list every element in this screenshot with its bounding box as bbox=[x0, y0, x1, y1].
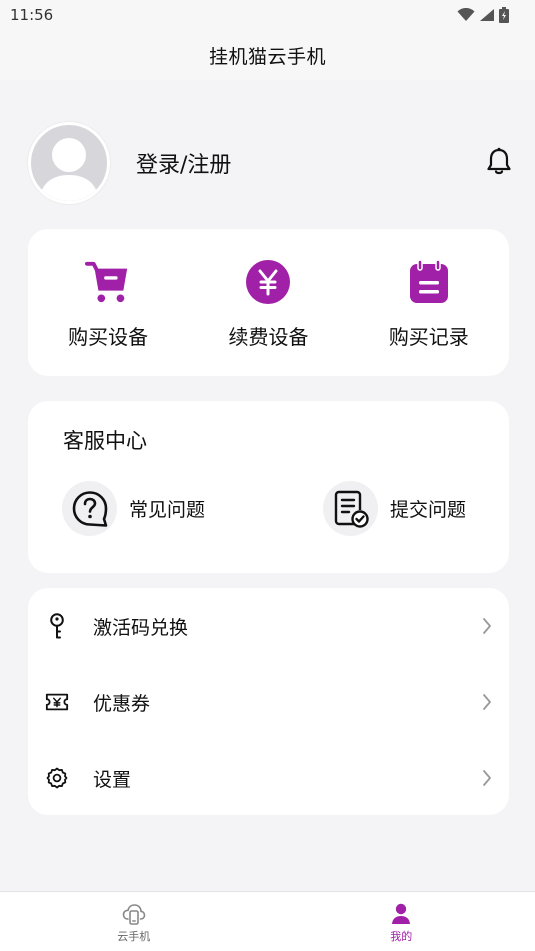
tab-cloud-phone[interactable]: 云手机 bbox=[0, 892, 268, 951]
tab-mine[interactable]: 我的 bbox=[268, 892, 535, 951]
renew-device-button[interactable]: 续费设备 bbox=[188, 229, 348, 376]
purchase-history-label: 购买记录 bbox=[388, 325, 469, 349]
status-time: 11:56 bbox=[10, 6, 54, 24]
menu-item-settings[interactable]: 设置 bbox=[28, 740, 509, 816]
page-title: 挂机猫云手机 bbox=[208, 45, 326, 68]
avatar[interactable] bbox=[28, 121, 110, 204]
login-register-link[interactable]: 登录/注册 bbox=[136, 147, 231, 179]
quick-actions-card: 购买设备 续费设备 购买记录 bbox=[28, 229, 509, 376]
person-icon bbox=[392, 903, 411, 924]
buy-device-button[interactable]: 购买设备 bbox=[28, 229, 188, 376]
purchase-history-button[interactable]: 购买记录 bbox=[349, 229, 509, 376]
status-bar: 11:56 bbox=[0, 0, 535, 30]
status-icons bbox=[457, 7, 509, 23]
menu-item-label: 激活码兑换 bbox=[93, 616, 189, 639]
tab-cloud-phone-label: 云手机 bbox=[117, 930, 151, 943]
submit-question-label: 提交问题 bbox=[390, 499, 467, 521]
chevron-right-icon bbox=[483, 618, 491, 634]
submit-question-button[interactable]: 提交问题 bbox=[323, 481, 466, 536]
settings-menu-card: 激活码兑换 优惠券 设置 bbox=[28, 588, 509, 815]
chevron-right-icon bbox=[483, 770, 491, 786]
gear-icon bbox=[45, 766, 69, 790]
cloud-phone-icon bbox=[122, 904, 146, 925]
tab-mine-label: 我的 bbox=[390, 930, 413, 943]
bottom-tab-bar: 云手机 我的 bbox=[0, 891, 535, 951]
buy-device-label: 购买设备 bbox=[68, 325, 149, 349]
faq-button[interactable]: 常见问题 bbox=[62, 481, 205, 536]
faq-label: 常见问题 bbox=[129, 499, 206, 521]
menu-item-label: 设置 bbox=[93, 768, 132, 791]
menu-item-coupons[interactable]: 优惠券 bbox=[28, 664, 509, 740]
renew-device-label: 续费设备 bbox=[228, 325, 309, 349]
coupon-icon bbox=[45, 690, 69, 714]
signal-icon bbox=[480, 9, 494, 21]
app-header: 挂机猫云手机 bbox=[0, 30, 535, 80]
menu-item-activation-code[interactable]: 激活码兑换 bbox=[28, 588, 509, 664]
document-check-icon bbox=[323, 481, 378, 536]
question-bubble-icon bbox=[62, 481, 117, 536]
customer-service-title: 客服中心 bbox=[63, 429, 147, 453]
default-avatar-icon bbox=[39, 137, 99, 201]
profile-section: 登录/注册 bbox=[28, 120, 516, 205]
customer-service-card: 客服中心 常见问题 提交问题 bbox=[28, 401, 509, 573]
bell-icon[interactable] bbox=[486, 147, 512, 175]
battery-icon bbox=[499, 7, 509, 23]
chevron-right-icon bbox=[483, 694, 491, 710]
cart-icon bbox=[85, 259, 131, 305]
menu-item-label: 优惠券 bbox=[93, 692, 151, 715]
yen-coin-icon bbox=[245, 259, 291, 305]
key-icon bbox=[45, 613, 69, 639]
wifi-icon bbox=[457, 8, 475, 21]
calendar-icon bbox=[406, 259, 452, 305]
